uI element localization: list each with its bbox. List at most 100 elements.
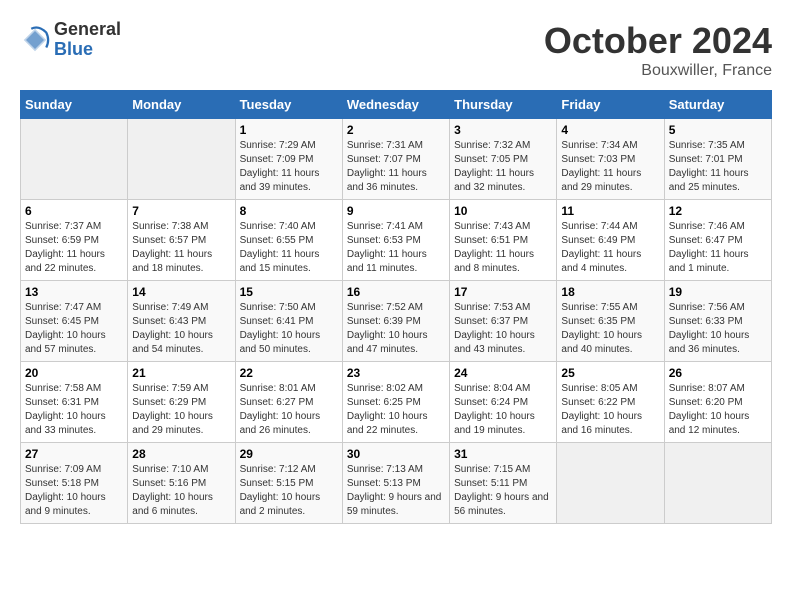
day-info: Sunrise: 7:58 AMSunset: 6:31 PMDaylight:…: [25, 382, 123, 438]
calendar-day-cell: 16 Sunrise: 7:52 AMSunset: 6:39 PMDayligh…: [342, 281, 449, 362]
calendar-day-cell: 4Sunrise: 7:34 AMSunset: 7:03 PMDaylight…: [557, 119, 664, 200]
day-info: Sunrise: 7:37 AMSunset: 6:59 PMDaylight:…: [25, 220, 123, 276]
day-number: 13: [25, 285, 123, 299]
day-number: 31: [454, 447, 552, 461]
logo-icon: [20, 25, 50, 55]
calendar-day-cell: 10 Sunrise: 7:43 AMSunset: 6:51 PMDayligh…: [450, 200, 557, 281]
day-info: Sunrise: 8:02 AMSunset: 6:25 PMDaylight:…: [347, 382, 445, 438]
day-number: 10: [454, 204, 552, 218]
calendar-day-cell: 23 Sunrise: 8:02 AMSunset: 6:25 PMDayligh…: [342, 362, 449, 443]
day-number: 15: [240, 285, 338, 299]
day-info: Sunrise: 7:47 AMSunset: 6:45 PMDaylight:…: [25, 301, 123, 357]
day-number: 19: [669, 285, 767, 299]
header-row: SundayMondayTuesdayWednesdayThursdayFrid…: [21, 91, 772, 119]
calendar-day-cell: 30 Sunrise: 7:13 AMSunset: 5:13 PMDayligh…: [342, 443, 449, 524]
day-info: Sunrise: 7:53 AMSunset: 6:37 PMDaylight:…: [454, 301, 552, 357]
weekday-header: Tuesday: [235, 91, 342, 119]
location: Bouxwiller, France: [544, 62, 772, 80]
day-number: 26: [669, 366, 767, 380]
calendar-day-cell: 20 Sunrise: 7:58 AMSunset: 6:31 PMDayligh…: [21, 362, 128, 443]
day-info: Sunrise: 8:07 AMSunset: 6:20 PMDaylight:…: [669, 382, 767, 438]
day-number: 25: [561, 366, 659, 380]
day-number: 2: [347, 123, 445, 137]
day-info: Sunrise: 7:10 AMSunset: 5:16 PMDaylight:…: [132, 463, 230, 519]
day-number: 20: [25, 366, 123, 380]
weekday-header: Wednesday: [342, 91, 449, 119]
calendar-day-cell: 3 Sunrise: 7:32 AMSunset: 7:05 PMDaylight…: [450, 119, 557, 200]
calendar-day-cell: 15 Sunrise: 7:50 AMSunset: 6:41 PMDayligh…: [235, 281, 342, 362]
calendar-day-cell: 13 Sunrise: 7:47 AMSunset: 6:45 PMDayligh…: [21, 281, 128, 362]
calendar-day-cell: 26 Sunrise: 8:07 AMSunset: 6:20 PMDayligh…: [664, 362, 771, 443]
day-info: Sunrise: 7:32 AMSunset: 7:05 PMDaylight:…: [454, 139, 552, 195]
calendar-day-cell: 29Sunrise: 7:12 AMSunset: 5:15 PMDayligh…: [235, 443, 342, 524]
day-number: 30: [347, 447, 445, 461]
month-title: October 2024: [544, 20, 772, 62]
calendar-day-cell: 21 Sunrise: 7:59 AMSunset: 6:29 PMDayligh…: [128, 362, 235, 443]
day-number: 28: [132, 447, 230, 461]
weekday-header: Friday: [557, 91, 664, 119]
calendar-day-cell: 12Sunrise: 7:46 AMSunset: 6:47 PMDayligh…: [664, 200, 771, 281]
calendar-day-cell: 28 Sunrise: 7:10 AMSunset: 5:16 PMDayligh…: [128, 443, 235, 524]
day-number: 21: [132, 366, 230, 380]
day-info: Sunrise: 8:04 AMSunset: 6:24 PMDaylight:…: [454, 382, 552, 438]
day-info: Sunrise: 7:13 AMSunset: 5:13 PMDaylight:…: [347, 463, 445, 519]
day-info: Sunrise: 7:55 AMSunset: 6:35 PMDaylight:…: [561, 301, 659, 357]
day-info: Sunrise: 7:29 AMSunset: 7:09 PMDaylight:…: [240, 139, 338, 195]
day-info: Sunrise: 7:59 AMSunset: 6:29 PMDaylight:…: [132, 382, 230, 438]
calendar-day-cell: 8 Sunrise: 7:40 AMSunset: 6:55 PMDaylight…: [235, 200, 342, 281]
day-number: 14: [132, 285, 230, 299]
day-info: Sunrise: 7:50 AMSunset: 6:41 PMDaylight:…: [240, 301, 338, 357]
weekday-header: Thursday: [450, 91, 557, 119]
calendar-day-cell: [21, 119, 128, 200]
day-info: Sunrise: 7:52 AMSunset: 6:39 PMDaylight:…: [347, 301, 445, 357]
day-number: 5: [669, 123, 767, 137]
calendar-day-cell: 31Sunrise: 7:15 AMSunset: 5:11 PMDayligh…: [450, 443, 557, 524]
day-number: 24: [454, 366, 552, 380]
day-number: 6: [25, 204, 123, 218]
calendar-day-cell: 5 Sunrise: 7:35 AMSunset: 7:01 PMDaylight…: [664, 119, 771, 200]
calendar-day-cell: [664, 443, 771, 524]
logo-blue: Blue: [54, 40, 121, 60]
day-info: Sunrise: 7:43 AMSunset: 6:51 PMDaylight:…: [454, 220, 552, 276]
title-block: October 2024 Bouxwiller, France: [544, 20, 772, 80]
day-info: Sunrise: 7:35 AMSunset: 7:01 PMDaylight:…: [669, 139, 767, 195]
calendar-week-row: 6 Sunrise: 7:37 AMSunset: 6:59 PMDaylight…: [21, 200, 772, 281]
day-number: 27: [25, 447, 123, 461]
day-number: 7: [132, 204, 230, 218]
day-info: Sunrise: 7:56 AMSunset: 6:33 PMDaylight:…: [669, 301, 767, 357]
day-number: 8: [240, 204, 338, 218]
day-info: Sunrise: 8:01 AMSunset: 6:27 PMDaylight:…: [240, 382, 338, 438]
day-number: 17: [454, 285, 552, 299]
day-number: 3: [454, 123, 552, 137]
calendar-week-row: 13 Sunrise: 7:47 AMSunset: 6:45 PMDayligh…: [21, 281, 772, 362]
day-info: Sunrise: 7:09 AMSunset: 5:18 PMDaylight:…: [25, 463, 123, 519]
day-info: Sunrise: 7:44 AMSunset: 6:49 PMDaylight:…: [561, 220, 659, 276]
calendar-day-cell: 2 Sunrise: 7:31 AMSunset: 7:07 PMDaylight…: [342, 119, 449, 200]
calendar-table: SundayMondayTuesdayWednesdayThursdayFrid…: [20, 90, 772, 524]
calendar-day-cell: 6 Sunrise: 7:37 AMSunset: 6:59 PMDaylight…: [21, 200, 128, 281]
calendar-day-cell: 24 Sunrise: 8:04 AMSunset: 6:24 PMDayligh…: [450, 362, 557, 443]
calendar-day-cell: 1 Sunrise: 7:29 AMSunset: 7:09 PMDaylight…: [235, 119, 342, 200]
calendar-day-cell: 17 Sunrise: 7:53 AMSunset: 6:37 PMDayligh…: [450, 281, 557, 362]
calendar-day-cell: 25 Sunrise: 8:05 AMSunset: 6:22 PMDayligh…: [557, 362, 664, 443]
calendar-week-row: 20 Sunrise: 7:58 AMSunset: 6:31 PMDayligh…: [21, 362, 772, 443]
day-info: Sunrise: 7:34 AMSunset: 7:03 PMDaylight:…: [561, 139, 659, 195]
day-number: 16: [347, 285, 445, 299]
day-number: 29: [240, 447, 338, 461]
page-header: General Blue October 2024 Bouxwiller, Fr…: [20, 20, 772, 80]
day-info: Sunrise: 7:49 AMSunset: 6:43 PMDaylight:…: [132, 301, 230, 357]
weekday-header: Monday: [128, 91, 235, 119]
calendar-day-cell: 9Sunrise: 7:41 AMSunset: 6:53 PMDaylight…: [342, 200, 449, 281]
calendar-day-cell: 18 Sunrise: 7:55 AMSunset: 6:35 PMDayligh…: [557, 281, 664, 362]
day-number: 1: [240, 123, 338, 137]
calendar-day-cell: 19 Sunrise: 7:56 AMSunset: 6:33 PMDayligh…: [664, 281, 771, 362]
calendar-day-cell: [557, 443, 664, 524]
day-number: 18: [561, 285, 659, 299]
calendar-day-cell: 22Sunrise: 8:01 AMSunset: 6:27 PMDayligh…: [235, 362, 342, 443]
calendar-week-row: 1 Sunrise: 7:29 AMSunset: 7:09 PMDaylight…: [21, 119, 772, 200]
logo-general: General: [54, 20, 121, 40]
day-info: Sunrise: 7:40 AMSunset: 6:55 PMDaylight:…: [240, 220, 338, 276]
day-info: Sunrise: 8:05 AMSunset: 6:22 PMDaylight:…: [561, 382, 659, 438]
day-info: Sunrise: 7:31 AMSunset: 7:07 PMDaylight:…: [347, 139, 445, 195]
day-number: 23: [347, 366, 445, 380]
